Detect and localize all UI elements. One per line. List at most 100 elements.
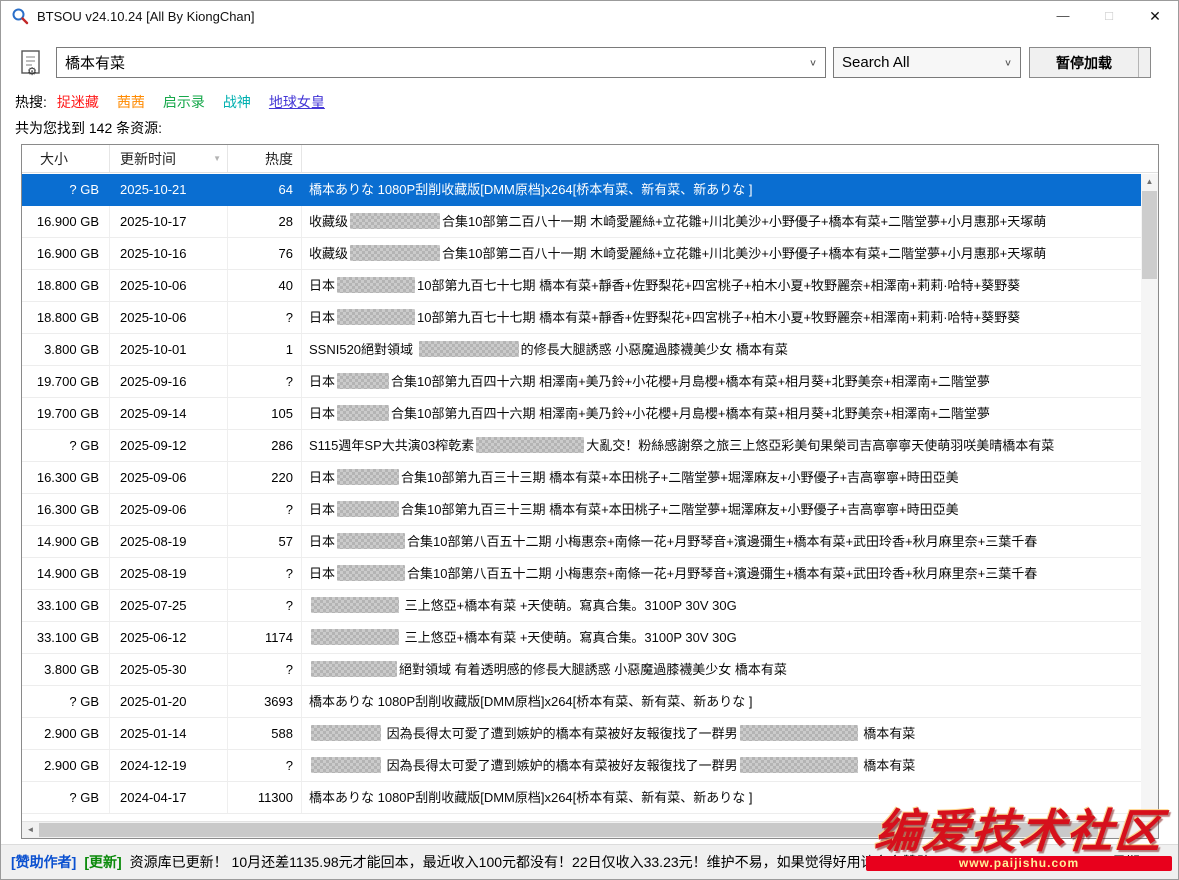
censored-blur [337, 373, 389, 389]
censored-blur [311, 597, 399, 613]
cell-heat: 11300 [228, 782, 302, 813]
search-input[interactable]: 橋本有菜 ∨ [56, 47, 826, 78]
cell-size: ? GB [22, 174, 110, 205]
cell-date: 2025-10-06 [110, 270, 228, 301]
cell-size: 3.800 GB [22, 334, 110, 365]
search-settings-button[interactable]: ⚙ [15, 47, 49, 79]
cell-title: 日本合集10部第九百四十六期 相澤南+美乃鈴+小花櫻+月島櫻+橋本有菜+相月葵+… [302, 366, 1141, 397]
window-controls: — □ ✕ [1040, 1, 1178, 31]
hot-search-link[interactable]: 茜茜 [117, 94, 145, 110]
table-row[interactable]: 16.300 GB2025-09-06?日本合集10部第九百三十三期 橋本有菜+… [22, 494, 1141, 526]
censored-blur [337, 405, 389, 421]
cell-title: 因為長得太可愛了遭到嫉妒的橋本有菜被好友報復找了一群男 橋本有菜 [302, 750, 1141, 781]
status-link[interactable]: [赞助作者] [11, 854, 76, 870]
header-heat[interactable]: 热度 [228, 145, 302, 172]
table-row[interactable]: 16.300 GB2025-09-06220日本合集10部第九百三十三期 橋本有… [22, 462, 1141, 494]
table-row[interactable]: ? GB2025-01-203693橋本ありな 1080P刮削收藏版[DMM原档… [22, 686, 1141, 718]
cell-heat: ? [228, 558, 302, 589]
cell-heat: ? [228, 750, 302, 781]
cell-heat: 57 [228, 526, 302, 557]
result-summary: 共为您找到 142 条资源: [15, 118, 162, 138]
minimize-icon[interactable]: — [1040, 1, 1086, 31]
table-row[interactable]: 18.800 GB2025-10-0640日本10部第九百七十七期 橋本有菜+靜… [22, 270, 1141, 302]
svg-text:⚙: ⚙ [27, 66, 37, 77]
table-body: ? GB2025-10-2164橋本ありな 1080P刮削收藏版[DMM原档]x… [22, 174, 1141, 821]
table-row[interactable]: ? GB2024-04-1711300橋本ありな 1080P刮削收藏版[DMM原… [22, 782, 1141, 814]
cell-title: 絕對領域 有着透明感的修長大腿誘惑 小惡魔過膝襪美少女 橋本有菜 [302, 654, 1141, 685]
close-icon[interactable]: ✕ [1132, 1, 1178, 31]
cell-date: 2025-09-16 [110, 366, 228, 397]
scroll-up-icon[interactable]: ▲ [1141, 174, 1158, 190]
hot-search-link[interactable]: 启示录 [163, 94, 205, 110]
table-row[interactable]: 3.800 GB2025-10-011SSNI520絕對領域 的修長大腿誘惑 小… [22, 334, 1141, 366]
censored-blur [740, 725, 858, 741]
cell-title: 日本合集10部第九百三十三期 橋本有菜+本田桃子+二階堂夢+堀澤麻友+小野優子+… [302, 462, 1141, 493]
cell-size: ? GB [22, 782, 110, 813]
cell-date: 2025-10-17 [110, 206, 228, 237]
table-row[interactable]: 2.900 GB2024-12-19? 因為長得太可愛了遭到嫉妒的橋本有菜被好友… [22, 750, 1141, 782]
horizontal-scroll-thumb[interactable] [39, 823, 1098, 837]
censored-blur [337, 533, 405, 549]
table-row[interactable]: 19.700 GB2025-09-16?日本合集10部第九百四十六期 相澤南+美… [22, 366, 1141, 398]
chevron-down-icon[interactable]: ∨ [809, 57, 817, 67]
status-bar: [赞助作者][更新] 资源库已更新！ 10月还差1135.98元才能回本，最近收… [1, 844, 1178, 879]
table-row[interactable]: 14.900 GB2025-08-19?日本合集10部第八百五十二期 小梅惠奈+… [22, 558, 1141, 590]
censored-blur [740, 757, 858, 773]
cell-title: 日本10部第九百七十七期 橋本有菜+靜香+佐野梨花+四宮桃子+柏木小夏+牧野麗奈… [302, 270, 1141, 301]
scroll-left-icon[interactable]: ◄ [22, 822, 39, 838]
cell-heat: 3693 [228, 686, 302, 717]
cell-date: 2025-09-12 [110, 430, 228, 461]
cell-date: 2025-09-14 [110, 398, 228, 429]
cell-heat: 1174 [228, 622, 302, 653]
cell-heat: 105 [228, 398, 302, 429]
status-weekday: 星期四 [1112, 852, 1168, 872]
table-row[interactable]: 33.100 GB2025-07-25? 三上悠亞+橋本有菜 +天使萌。寫真合集… [22, 590, 1141, 622]
cell-heat: 220 [228, 462, 302, 493]
search-scope-value: Search All [842, 54, 910, 71]
vertical-scroll-thumb[interactable] [1142, 191, 1157, 279]
chevron-down-icon[interactable]: ∨ [1004, 57, 1012, 67]
search-scope-select[interactable]: Search All ∨ [833, 47, 1021, 78]
header-size[interactable]: 大小 [22, 145, 110, 172]
table-row[interactable]: 33.100 GB2025-06-121174 三上悠亞+橋本有菜 +天使萌。寫… [22, 622, 1141, 654]
table-row[interactable]: 16.900 GB2025-10-1676收藏级合集10部第二百八十一期 木崎愛… [22, 238, 1141, 270]
table-row[interactable]: 19.700 GB2025-09-14105日本合集10部第九百四十六期 相澤南… [22, 398, 1141, 430]
cell-size: 2.900 GB [22, 750, 110, 781]
censored-blur [337, 565, 405, 581]
cell-title: 日本合集10部第八百五十二期 小梅惠奈+南條一花+月野琴音+濱邊彌生+橋本有菜+… [302, 526, 1141, 557]
results-table: 大小 更新时间 ▼ 热度 ? GB2025-10-2164橋本ありな 1080P… [21, 144, 1159, 839]
table-row[interactable]: ? GB2025-10-2164橋本ありな 1080P刮削收藏版[DMM原档]x… [22, 174, 1141, 206]
hot-search-link[interactable]: 战神 [223, 94, 251, 110]
scroll-right-icon[interactable]: ► [1141, 822, 1158, 838]
header-title[interactable] [302, 145, 1158, 172]
cell-date: 2025-08-19 [110, 558, 228, 589]
hot-search-link[interactable]: 捉迷藏 [57, 94, 99, 110]
header-date[interactable]: 更新时间 ▼ [110, 145, 228, 172]
cell-title: 日本10部第九百七十七期 橋本有菜+靜香+佐野梨花+四宮桃子+柏木小夏+牧野麗奈… [302, 302, 1141, 333]
vertical-scrollbar[interactable]: ▲ ▼ [1141, 174, 1158, 821]
cell-heat: 76 [228, 238, 302, 269]
table-row[interactable]: 2.900 GB2025-01-14588 因為長得太可愛了遭到嫉妒的橋本有菜被… [22, 718, 1141, 750]
table-row[interactable]: 16.900 GB2025-10-1728收藏级合集10部第二百八十一期 木崎愛… [22, 206, 1141, 238]
table-row[interactable]: 18.800 GB2025-10-06?日本10部第九百七十七期 橋本有菜+靜香… [22, 302, 1141, 334]
table-row[interactable]: 3.800 GB2025-05-30?絕對領域 有着透明感的修長大腿誘惑 小惡魔… [22, 654, 1141, 686]
pause-loading-button[interactable]: 暂停加载 [1029, 47, 1151, 78]
table-row[interactable]: ? GB2025-09-12286S115週年SP大共演03榨乾素大亂交！粉絲感… [22, 430, 1141, 462]
horizontal-scrollbar[interactable]: ◄ ► [22, 821, 1158, 838]
hot-search-link[interactable]: 地球女皇 [269, 94, 325, 110]
maximize-icon[interactable]: □ [1086, 1, 1132, 31]
table-row[interactable]: 14.900 GB2025-08-1957日本合集10部第八百五十二期 小梅惠奈… [22, 526, 1141, 558]
cell-title: 收藏级合集10部第二百八十一期 木崎愛麗絲+立花雛+川北美沙+小野優子+橋本有菜… [302, 206, 1141, 237]
button-split-handle[interactable] [1138, 48, 1150, 77]
censored-blur [419, 341, 519, 357]
scroll-down-icon[interactable]: ▼ [1141, 805, 1158, 821]
cell-size: 18.800 GB [22, 270, 110, 301]
cell-size: ? GB [22, 686, 110, 717]
cell-heat: 64 [228, 174, 302, 205]
cell-size: 14.900 GB [22, 558, 110, 589]
cell-size: 14.900 GB [22, 526, 110, 557]
status-link[interactable]: [更新] [84, 854, 121, 870]
cell-title: SSNI520絕對領域 的修長大腿誘惑 小惡魔過膝襪美少女 橋本有菜 [302, 334, 1141, 365]
cell-title: 日本合集10部第九百三十三期 橋本有菜+本田桃子+二階堂夢+堀澤麻友+小野優子+… [302, 494, 1141, 525]
cell-heat: 286 [228, 430, 302, 461]
